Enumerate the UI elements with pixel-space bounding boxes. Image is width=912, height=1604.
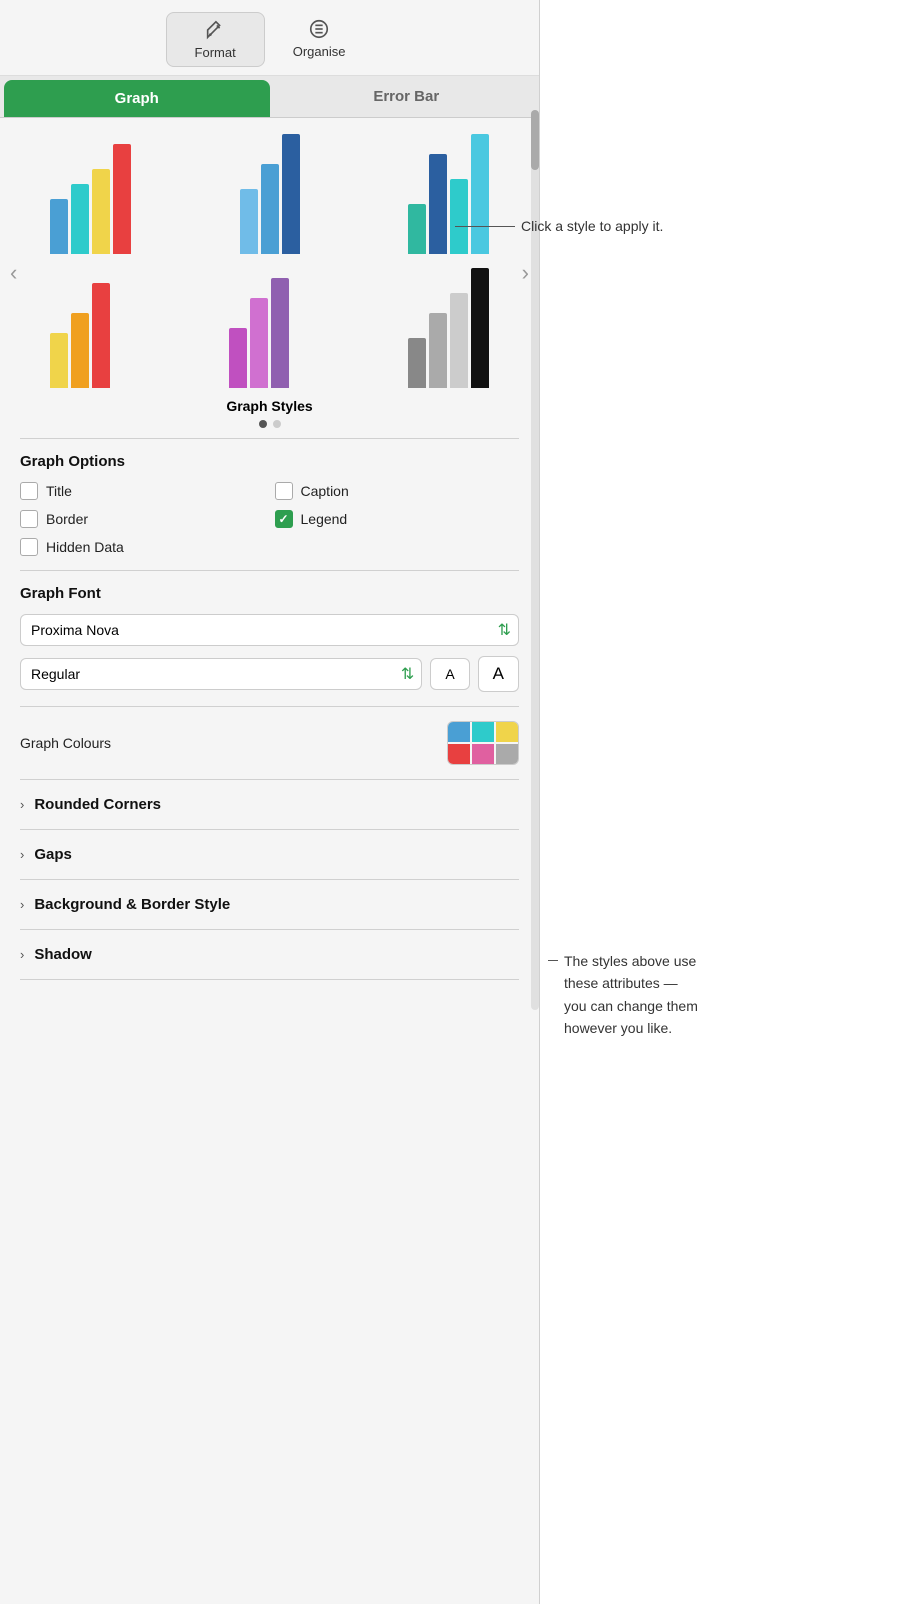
gaps-section[interactable]: › Gaps	[0, 830, 539, 879]
checkbox-legend[interactable]	[275, 510, 293, 528]
swatch-4	[448, 744, 470, 764]
option-legend-label: Legend	[301, 511, 348, 527]
graph-options-title: Graph Options	[20, 453, 519, 470]
graph-options-section: Graph Options Title Caption Border	[0, 439, 539, 570]
font-size-small-button[interactable]: A	[430, 658, 469, 690]
graph-styles-label: Graph Styles	[20, 398, 519, 414]
swatch-5	[472, 744, 494, 764]
rounded-corners-section[interactable]: › Rounded Corners	[0, 780, 539, 829]
dot-indicators	[20, 420, 519, 428]
dot-2	[273, 420, 281, 428]
options-grid: Title Caption Border Legend	[20, 482, 519, 556]
chart-nav-left[interactable]: ‹	[2, 256, 25, 290]
shadow-section[interactable]: › Shadow	[0, 930, 539, 979]
font-name-wrapper: Proxima Nova ⇅	[20, 614, 519, 646]
checkbox-hidden-data[interactable]	[20, 538, 38, 556]
chart-group-1[interactable]	[50, 134, 131, 254]
chart-group-4[interactable]	[50, 268, 110, 388]
rounded-corners-title: Rounded Corners	[34, 796, 161, 813]
callout-1-text: Click a style to apply it.	[521, 218, 663, 234]
option-legend: Legend	[275, 510, 520, 528]
callout-2-area: The styles above use these attributes — …	[548, 950, 698, 1040]
swatch-6	[496, 744, 518, 764]
graph-colours-label: Graph Colours	[20, 735, 111, 751]
background-border-title: Background & Border Style	[34, 896, 230, 913]
font-style-select[interactable]: Regular	[20, 658, 422, 690]
tab-graph[interactable]: Graph	[4, 80, 270, 117]
chart-group-5[interactable]	[229, 268, 289, 388]
chart-group-2[interactable]	[240, 134, 300, 254]
shadow-chevron: ›	[20, 947, 24, 962]
option-hidden-data-label: Hidden Data	[46, 539, 124, 555]
gaps-chevron: ›	[20, 847, 24, 862]
font-name-select[interactable]: Proxima Nova	[20, 614, 519, 646]
option-hidden-data: Hidden Data	[20, 538, 265, 556]
swatch-3	[496, 722, 518, 742]
divider-8	[20, 979, 519, 980]
colour-swatch[interactable]	[447, 721, 519, 765]
format-label: Format	[195, 45, 236, 60]
chart-group-3[interactable]	[408, 134, 489, 254]
callout-2-text: The styles above use these attributes — …	[564, 950, 698, 1040]
rounded-corners-chevron: ›	[20, 797, 24, 812]
organise-label: Organise	[293, 44, 346, 59]
tab-bar: Graph Error Bar	[0, 76, 539, 118]
chart-row-2	[20, 268, 519, 388]
scrollbar-thumb[interactable]	[531, 110, 539, 170]
checkbox-caption[interactable]	[275, 482, 293, 500]
callout-1-line	[455, 226, 515, 227]
organise-button[interactable]: Organise	[265, 12, 374, 67]
chart-area: ‹ ›	[0, 118, 539, 428]
gaps-title: Gaps	[34, 846, 72, 863]
scrollbar-track	[531, 110, 539, 1010]
toolbar: Format Organise	[0, 0, 539, 76]
format-button[interactable]: Format	[166, 12, 265, 67]
font-row2: Regular ⇅ A A	[20, 656, 519, 692]
font-size-large-button[interactable]: A	[478, 656, 519, 692]
chart-group-6[interactable]	[408, 268, 489, 388]
option-border: Border	[20, 510, 265, 528]
background-border-section[interactable]: › Background & Border Style	[0, 880, 539, 929]
checkbox-title[interactable]	[20, 482, 38, 500]
graph-font-title: Graph Font	[20, 585, 519, 602]
swatch-1	[448, 722, 470, 742]
shadow-title: Shadow	[34, 946, 92, 963]
graph-font-section: Graph Font Proxima Nova ⇅ Regular ⇅ A A	[0, 571, 539, 706]
swatch-2	[472, 722, 494, 742]
chart-row-1	[20, 134, 519, 254]
callout-2-line	[548, 960, 558, 961]
option-caption: Caption	[275, 482, 520, 500]
checkbox-border[interactable]	[20, 510, 38, 528]
option-caption-label: Caption	[301, 483, 349, 499]
background-border-chevron: ›	[20, 897, 24, 912]
graph-colours-row: Graph Colours	[0, 707, 539, 779]
option-title: Title	[20, 482, 265, 500]
dot-1	[259, 420, 267, 428]
option-border-label: Border	[46, 511, 88, 527]
callout-1-area: Click a style to apply it.	[455, 218, 663, 234]
font-style-wrapper: Regular ⇅	[20, 658, 422, 690]
option-title-label: Title	[46, 483, 72, 499]
tab-error-bar[interactable]: Error Bar	[274, 76, 540, 117]
